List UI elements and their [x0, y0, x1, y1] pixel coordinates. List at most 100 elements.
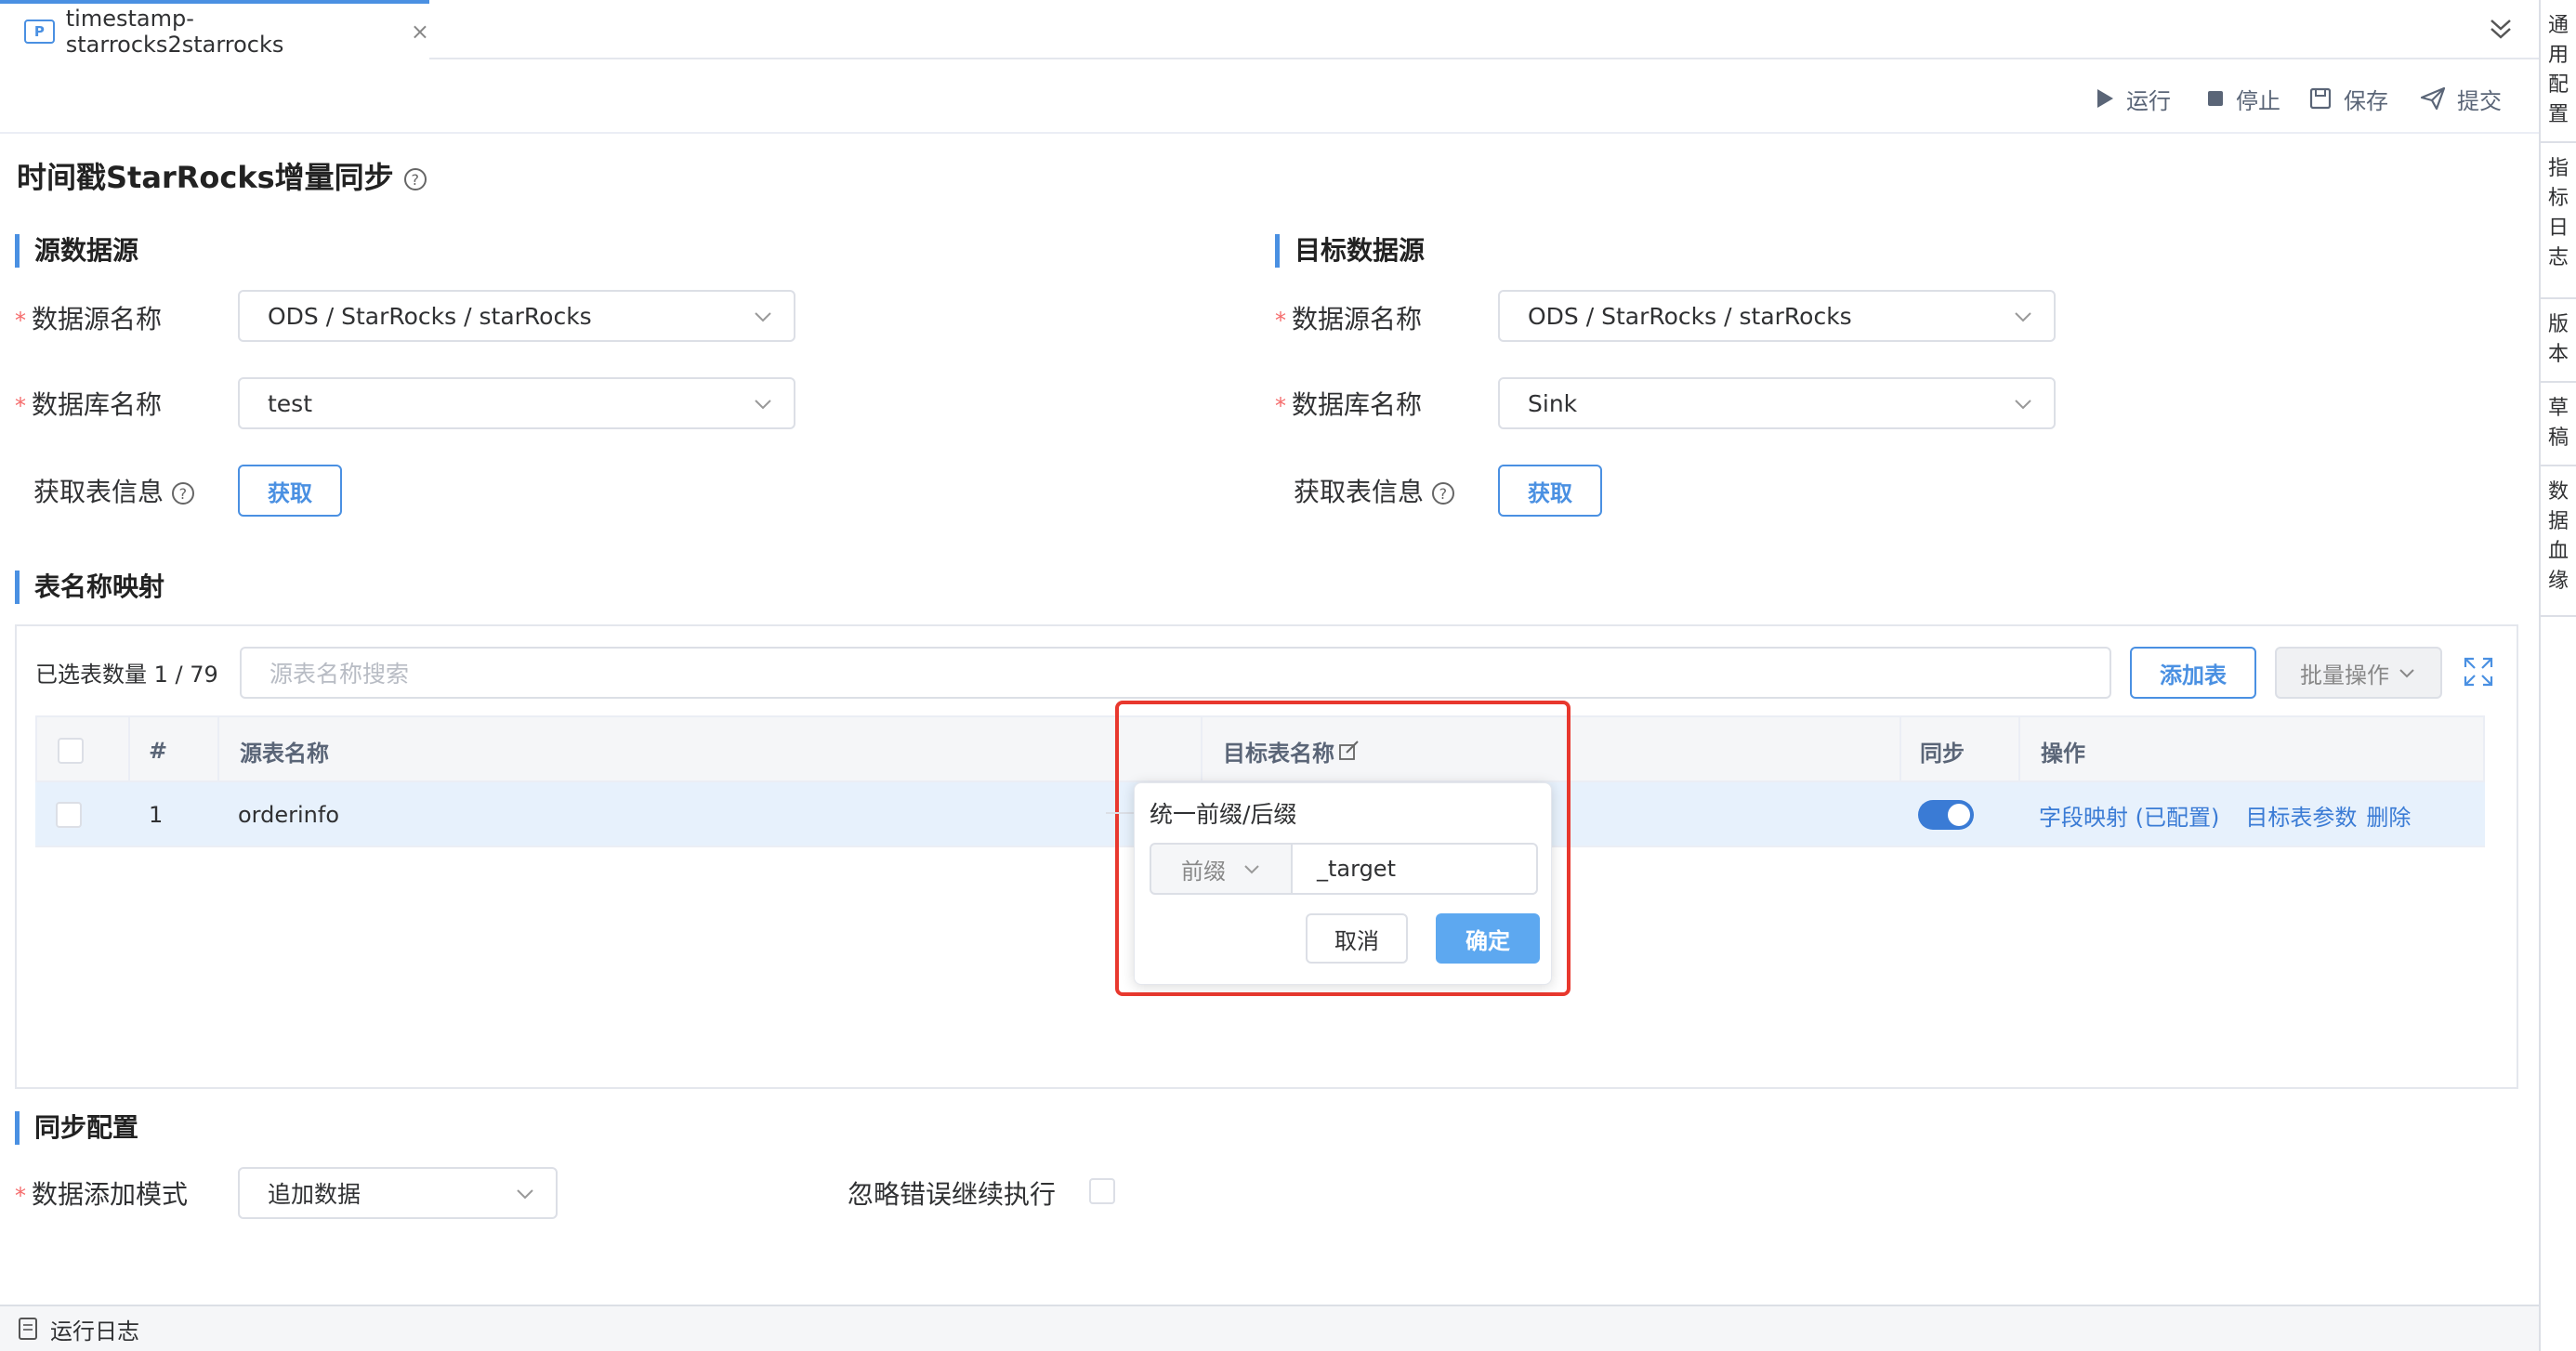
batch-ops-label: 批量操作 — [2300, 662, 2389, 689]
help-icon[interactable]: ? — [1431, 482, 1454, 505]
row-index: 1 — [149, 802, 164, 828]
prefix-mode-select[interactable]: 前缀 — [1150, 843, 1293, 895]
select-all-cell[interactable] — [58, 717, 84, 784]
ignore-errors-label: 忽略错误继续执行 — [848, 1179, 1057, 1210]
stop-button[interactable]: 停止 — [2206, 82, 2280, 115]
right-rail: 通用配置 指标日志 版本 草稿 数据血缘 — [2539, 0, 2576, 1351]
add-table-button[interactable]: 添加表 — [2130, 647, 2256, 699]
save-button[interactable]: 保存 — [2308, 82, 2388, 115]
target-database-label: * 数据库名称 — [1275, 389, 1423, 420]
row-ops: 字段映射 (已配置) 目标表参数 删除 — [2039, 782, 2411, 847]
rail-item-label: 数据血缘 — [2547, 480, 2569, 593]
chevron-down-icon — [517, 1189, 533, 1200]
source-section-title: 源数据源 — [15, 234, 138, 268]
column-sync: 同步 — [1920, 740, 1965, 767]
submit-button[interactable]: 提交 — [2420, 82, 2502, 115]
stop-label: 停止 — [2236, 87, 2280, 114]
selected-count: 已选表数量 1 / 79 — [35, 662, 218, 688]
rail-item-label: 版本 — [2547, 313, 2569, 366]
append-mode-value: 追加数据 — [268, 1181, 361, 1208]
page-title-text: 时间戳StarRocks增量同步 — [17, 160, 394, 195]
popover-arrow — [1106, 812, 1134, 814]
target-datasource-label: * 数据源名称 — [1275, 304, 1423, 334]
rail-item-version[interactable]: 版本 — [2541, 299, 2576, 383]
tab-pipeline[interactable]: P timestamp-starrocks2starrocks × — [0, 0, 429, 59]
stop-icon — [2208, 91, 2223, 106]
target-database-select[interactable]: Sink — [1498, 377, 2056, 429]
field-mapping-link[interactable]: 字段映射 (已配置) — [2039, 799, 2219, 832]
target-fetch-button[interactable]: 获取 — [1498, 465, 1602, 517]
row-source-table: orderinfo — [238, 802, 340, 828]
target-datasource-value: ODS / StarRocks / starRocks — [1528, 302, 1852, 330]
target-fetch-label: 获取表信息 ? — [1294, 472, 1454, 509]
chevron-down-icon — [2015, 400, 2031, 410]
rail-item-label: 草稿 — [2547, 397, 2569, 450]
sync-toggle[interactable] — [1918, 800, 1974, 830]
target-database-value: Sink — [1528, 389, 1578, 417]
column-index: # — [149, 738, 168, 764]
page-title: 时间戳StarRocks增量同步 ? — [17, 154, 427, 197]
tab-bar: P timestamp-starrocks2starrocks × — [0, 0, 2539, 59]
source-database-label: * 数据库名称 — [15, 389, 163, 420]
batch-ops-dropdown[interactable]: 批量操作 — [2275, 647, 2442, 699]
source-table-search-input[interactable]: 源表名称搜索 — [240, 647, 2111, 699]
affix-input[interactable]: _target — [1291, 843, 1538, 895]
rail-item-draft[interactable]: 草稿 — [2541, 383, 2576, 466]
save-label: 保存 — [2344, 87, 2388, 114]
target-section-title: 目标数据源 — [1275, 234, 1425, 268]
row-sync-toggle[interactable] — [1918, 782, 1974, 847]
prefix-suffix-popover: 统一前缀/后缀 前缀 _target 取消 确定 — [1134, 782, 1552, 985]
send-icon — [2420, 86, 2446, 111]
fullscreen-icon[interactable] — [2463, 656, 2494, 688]
row-select-cell[interactable] — [56, 782, 82, 847]
close-icon[interactable]: × — [411, 19, 429, 45]
play-icon — [2097, 89, 2113, 108]
app-window: { "tab": {"label": "timestamp-starrocks2… — [0, 0, 2576, 1351]
target-datasource-select[interactable]: ODS / StarRocks / starRocks — [1498, 290, 2056, 342]
chevron-down-icon — [2399, 669, 2414, 678]
submit-label: 提交 — [2457, 87, 2502, 114]
popover-title: 统一前缀/后缀 — [1150, 801, 1297, 828]
source-datasource-value: ODS / StarRocks / starRocks — [268, 302, 592, 330]
run-log-label[interactable]: 运行日志 — [50, 1313, 139, 1345]
column-source-table: 源表名称 — [240, 740, 329, 767]
mapping-section-title: 表名称映射 — [15, 571, 164, 604]
save-icon — [2309, 87, 2332, 110]
target-params-link[interactable]: 目标表参数 — [2245, 799, 2357, 832]
sync-config-section-title: 同步配置 — [15, 1111, 138, 1145]
column-ops: 操作 — [2041, 740, 2085, 767]
run-button[interactable]: 运行 — [2095, 82, 2171, 115]
log-icon — [19, 1318, 37, 1340]
toolbar: 运行 停止 保存 提交 — [0, 61, 2539, 134]
chevron-down-icon — [755, 400, 771, 410]
select-all-checkbox[interactable] — [58, 738, 84, 764]
source-datasource-select[interactable]: ODS / StarRocks / starRocks — [238, 290, 795, 342]
pipeline-icon: P — [24, 20, 55, 44]
popover-cancel-button[interactable]: 取消 — [1306, 913, 1408, 964]
rail-item-metrics-log[interactable]: 指标日志 — [2541, 143, 2576, 299]
rail-item-lineage[interactable]: 数据血缘 — [2541, 466, 2576, 617]
chevron-down-icon — [1244, 865, 1259, 874]
source-fetch-label: 获取表信息 ? — [33, 472, 194, 509]
help-icon[interactable]: ? — [171, 482, 194, 505]
source-database-select[interactable]: test — [238, 377, 795, 429]
source-fetch-button[interactable]: 获取 — [238, 465, 342, 517]
bottom-bar: 运行日志 — [0, 1305, 2539, 1351]
rail-item-general-config[interactable]: 通用配置 — [2541, 0, 2576, 143]
help-icon[interactable]: ? — [403, 168, 427, 190]
rail-item-label: 通用配置 — [2547, 14, 2569, 126]
tab-label: timestamp-starrocks2starrocks — [65, 6, 284, 58]
run-label: 运行 — [2126, 87, 2171, 114]
source-datasource-label: * 数据源名称 — [15, 304, 163, 334]
append-mode-label: * 数据添加模式 — [15, 1179, 189, 1210]
double-chevron-down-icon[interactable] — [2485, 13, 2517, 45]
ignore-errors-checkbox[interactable] — [1089, 1178, 1115, 1204]
append-mode-select[interactable]: 追加数据 — [238, 1167, 558, 1219]
delete-link[interactable]: 删除 — [2366, 799, 2411, 832]
source-database-value: test — [268, 389, 313, 417]
chevron-down-icon — [2015, 312, 2031, 322]
prefix-mode-value: 前缀 — [1181, 858, 1226, 885]
chevron-down-icon — [755, 312, 771, 322]
row-checkbox[interactable] — [56, 802, 82, 828]
popover-confirm-button[interactable]: 确定 — [1436, 913, 1540, 964]
